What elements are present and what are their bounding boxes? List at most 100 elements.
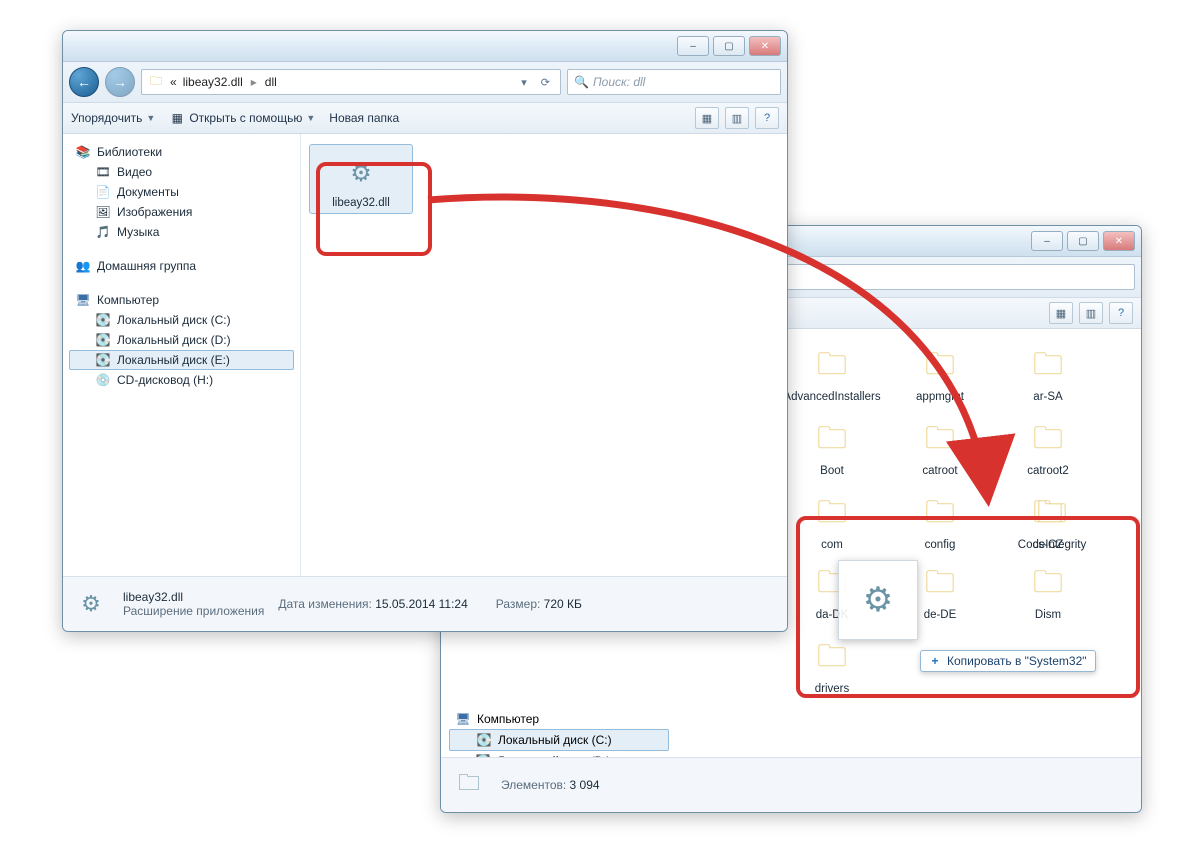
organize-button[interactable]: Упорядочить ▼ (71, 111, 155, 125)
sidebar-libraries[interactable]: 📚 Библиотеки (69, 142, 294, 162)
sidebar-item-label: Локальный диск (C:) (117, 313, 231, 327)
folder-label: appmgmt (916, 391, 964, 403)
computer-icon: 🖥 (455, 711, 471, 727)
pictures-icon: 🖼 (95, 204, 111, 220)
sidebar-item-label: CD-дисковод (H:) (117, 373, 213, 387)
sidebar-item-cd-h[interactable]: 💿 CD-дисковод (H:) (69, 370, 294, 390)
folder-item[interactable]: 🗀appmgmt (889, 339, 991, 407)
details-date-value: 15.05.2014 11:24 (375, 597, 468, 611)
nav-back-button[interactable]: ← (69, 67, 99, 97)
folder-icon: 🗀 (1024, 343, 1072, 391)
dll-icon: ⚙︎ (337, 149, 385, 197)
folder-item[interactable]: 🗀Boot (781, 413, 883, 481)
search-input[interactable]: 🔍 Поиск: dll (567, 69, 781, 95)
folder-item[interactable]: 🗀drivers (781, 631, 883, 699)
folder-label: catroot (922, 465, 957, 477)
maximize-button[interactable]: ▢ (713, 36, 745, 56)
folder-label: de-DE (924, 609, 957, 621)
sidebar-homegroup[interactable]: 👥 Домашняя группа (69, 256, 294, 276)
close-button[interactable]: ✕ (1103, 231, 1135, 251)
folder-item[interactable]: 🗀catroot (889, 413, 991, 481)
chevron-right-icon: ▸ (249, 75, 259, 89)
folder-item[interactable]: 🗀ar-SA (997, 339, 1099, 407)
folder-icon: 🗀 (916, 343, 964, 391)
count-value: 3 094 (570, 778, 600, 792)
folder-icon: 🗀 (1028, 491, 1076, 539)
sidebar-item-pictures[interactable]: 🖼 Изображения (69, 202, 294, 222)
minimize-button[interactable]: – (677, 36, 709, 56)
preview-pane-button[interactable]: ▥ (1079, 302, 1103, 324)
sidebar-item-documents[interactable]: 📄Документы (69, 182, 294, 202)
drive-icon: 💽 (95, 332, 111, 348)
folder-label: ar-SA (1033, 391, 1062, 403)
maximize-button[interactable]: ▢ (1067, 231, 1099, 251)
folder-label: AdvancedInstallers (783, 391, 880, 403)
chevron-down-icon[interactable]: ▾ (517, 76, 531, 89)
details-date-label: Дата изменения: (278, 597, 372, 611)
chevron-down-icon: ▼ (146, 113, 155, 123)
folder-view[interactable]: ⚙︎ libeay32.dll (301, 134, 787, 576)
drive-icon: 💽 (475, 753, 491, 757)
view-thumbnails-button[interactable]: ▦ (695, 107, 719, 129)
folder-icon: 🗀 (916, 417, 964, 465)
breadcrumb-prefix: « (170, 75, 177, 89)
new-folder-label: Новая папка (329, 111, 399, 125)
close-button[interactable]: ✕ (749, 36, 781, 56)
help-button[interactable]: ? (755, 107, 779, 129)
sidebar-item-video[interactable]: 🎞 Видео (69, 162, 294, 182)
folder-icon: 🗀 (451, 767, 487, 803)
details-pane: ⚙︎ libeay32.dll Расширение приложения Да… (63, 576, 787, 631)
dll-icon: ⚙︎ (73, 586, 109, 622)
folder-item[interactable]: 🗀config (889, 487, 991, 555)
sidebar-computer[interactable]: Компьютер (477, 712, 539, 726)
refresh-icon[interactable]: ⟳ (537, 76, 554, 89)
preview-pane-button[interactable]: ▥ (725, 107, 749, 129)
details-filename: libeay32.dll (123, 590, 264, 604)
details-size-value: 720 КБ (544, 597, 582, 611)
minimize-button[interactable]: – (1031, 231, 1063, 251)
folder-label: Boot (820, 465, 844, 477)
sidebar-item-disk-c[interactable]: 💽 Локальный диск (C:) (69, 310, 294, 330)
sidebar-item-disk-d[interactable]: 💽 Локальный диск (D:) (69, 330, 294, 350)
sidebar-item-disk-d[interactable]: Локальный диск (D:) (497, 754, 611, 757)
breadcrumb[interactable]: 🗀 « libeay32.dll ▸ dll ▾ ⟳ (141, 69, 561, 95)
sidebar-item-label: Компьютер (97, 293, 159, 307)
nav-forward-button[interactable]: → (105, 67, 135, 97)
toolbar: Упорядочить ▼ ▦ Открыть с помощью ▼ Нова… (63, 103, 787, 134)
details-size-label: Размер: (496, 597, 541, 611)
chevron-down-icon: ▼ (306, 113, 315, 123)
sidebar-item-label: Изображения (117, 205, 192, 219)
file-item-dll[interactable]: ⚙︎ libeay32.dll (309, 144, 413, 214)
folder-item[interactable]: 🗀com (781, 487, 883, 555)
open-with-button[interactable]: ▦ Открыть с помощью ▼ (169, 110, 315, 126)
app-icon: ▦ (169, 110, 185, 126)
folder-item[interactable]: 🗀catroot2 (997, 413, 1099, 481)
drag-ghost: ⚙︎ (838, 560, 918, 640)
cd-icon: 💿 (95, 372, 111, 388)
sidebar-item-disk-c[interactable]: Локальный диск (C:) (498, 733, 612, 747)
folder-icon: 🗀 (148, 74, 164, 90)
drive-icon: 💽 (95, 312, 111, 328)
sidebar-item-label: Видео (117, 165, 152, 179)
folder-item[interactable]: 🗀AdvancedInstallers (781, 339, 883, 407)
folder-label: catroot2 (1027, 465, 1069, 477)
count-label: Элементов: (501, 778, 566, 792)
status-bar: 🗀 Элементов: 3 094 (441, 757, 1141, 812)
sidebar-item-label: Библиотеки (97, 145, 162, 159)
sidebar-item-music[interactable]: 🎵Музыка (69, 222, 294, 242)
titlebar: – ▢ ✕ (63, 31, 787, 62)
folder-item[interactable]: 🗀CodeIntegrity (1001, 487, 1103, 555)
breadcrumb-seg[interactable]: libeay32.dll (183, 75, 243, 89)
computer-icon: 🖥 (75, 292, 91, 308)
sidebar-item-disk-e[interactable]: 💽Локальный диск (E:) (69, 350, 294, 370)
help-button[interactable]: ? (1109, 302, 1133, 324)
search-placeholder: Поиск: dll (593, 75, 645, 89)
view-thumbnails-button[interactable]: ▦ (1049, 302, 1073, 324)
new-folder-button[interactable]: Новая папка (329, 111, 399, 125)
sidebar-item-label: Локальный диск (D:) (117, 333, 231, 347)
breadcrumb-seg[interactable]: dll (265, 75, 277, 89)
sidebar-computer[interactable]: 🖥 Компьютер (69, 290, 294, 310)
plus-icon: + (929, 655, 941, 667)
video-icon: 🎞 (95, 164, 111, 180)
folder-item[interactable]: 🗀Dism (997, 557, 1099, 625)
